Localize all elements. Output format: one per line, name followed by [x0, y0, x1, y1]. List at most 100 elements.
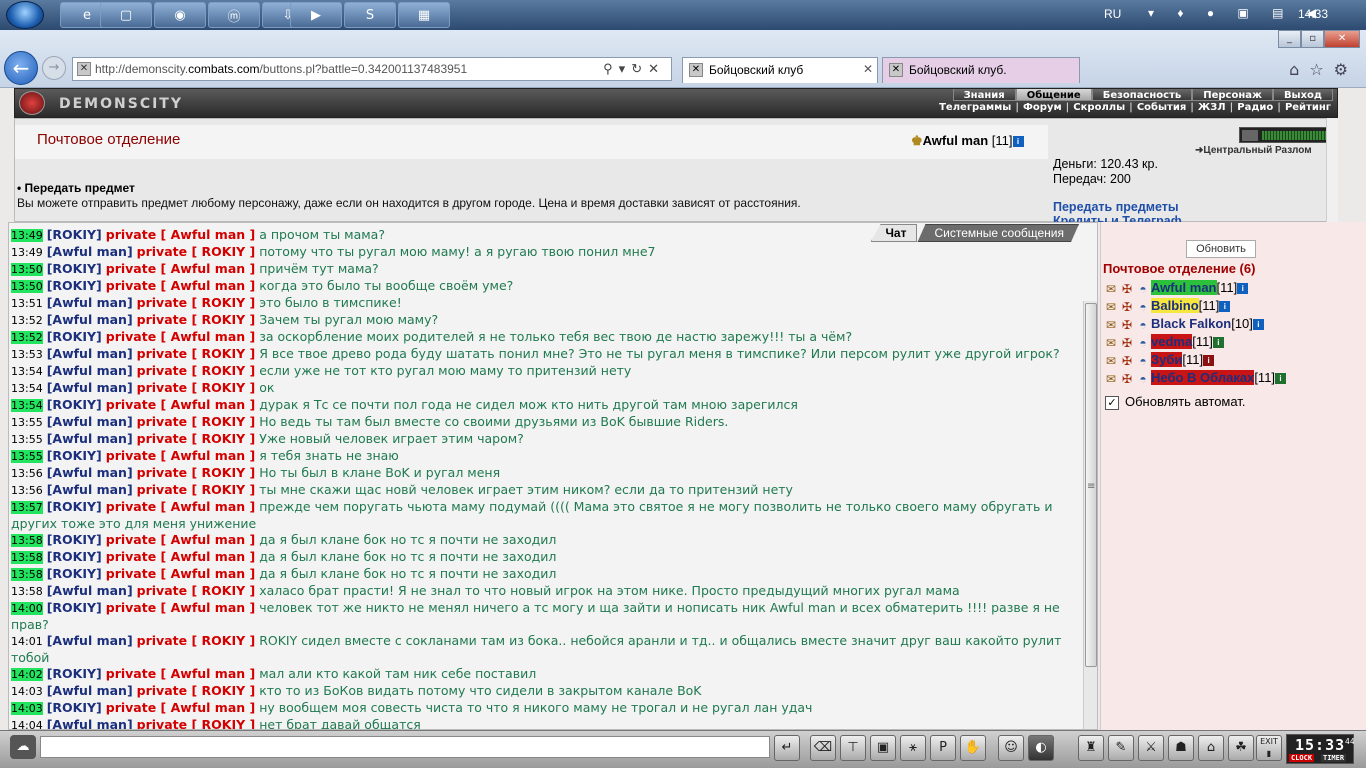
- send-to-icon[interactable]: ✉: [1103, 282, 1119, 296]
- back-button[interactable]: ←: [4, 51, 38, 85]
- message-time[interactable]: 13:54: [11, 382, 43, 395]
- message-recipient[interactable]: private [ Awful man ]: [106, 499, 255, 514]
- message-recipient[interactable]: private [ ROKIY ]: [137, 465, 256, 480]
- nav-events[interactable]: События: [1137, 102, 1186, 113]
- message-time[interactable]: 13:49: [11, 229, 43, 242]
- message-sender[interactable]: [Awful man]: [47, 482, 133, 497]
- message-sender[interactable]: [ROKIY]: [47, 566, 102, 581]
- message-time[interactable]: 13:49: [11, 246, 43, 259]
- nav-radio[interactable]: Радио: [1237, 102, 1273, 113]
- player-row[interactable]: ✉ ✠ ◓ Зуби[11] i: [1103, 352, 1363, 370]
- message-recipient[interactable]: private [ ROKIY ]: [137, 583, 256, 598]
- message-time[interactable]: 14:00: [11, 602, 43, 615]
- message-recipient[interactable]: private [ ROKIY ]: [137, 346, 256, 361]
- message-sender[interactable]: [ROKIY]: [47, 227, 102, 242]
- player-name[interactable]: Black Falkon: [1151, 316, 1231, 331]
- message-recipient[interactable]: private [ Awful man ]: [106, 549, 255, 564]
- nav-exit[interactable]: Выход: [1272, 89, 1333, 101]
- player-name[interactable]: Balbino: [1151, 298, 1199, 313]
- runner-icon[interactable]: ⚹: [900, 735, 926, 761]
- player-row[interactable]: ✉ ✠ ◓ Awful man[11] i: [1103, 280, 1363, 298]
- message-recipient[interactable]: private [ Awful man ]: [106, 700, 255, 715]
- message-time[interactable]: 13:58: [11, 551, 43, 564]
- message-sender[interactable]: [Awful man]: [47, 346, 133, 361]
- auto-update-toggle[interactable]: ✓ Обновлять автомат.: [1105, 394, 1245, 410]
- message-time[interactable]: 13:58: [11, 585, 43, 598]
- timer-label[interactable]: TIMER: [1321, 754, 1347, 762]
- player-row[interactable]: ✉ ✠ ◓ Black Falkon[10] i: [1103, 316, 1363, 334]
- player-row[interactable]: ✉ ✠ ◓ vedma[11] i: [1103, 334, 1363, 352]
- browser-toolbar-icons[interactable]: ⌂☆⚙: [1289, 60, 1358, 79]
- message-recipient[interactable]: private [ Awful man ]: [106, 397, 255, 412]
- message-recipient[interactable]: private [ Awful man ]: [106, 600, 255, 615]
- message-recipient[interactable]: private [ ROKIY ]: [137, 482, 256, 497]
- tab-chat[interactable]: Чат: [870, 224, 918, 242]
- message-sender[interactable]: [Awful man]: [47, 633, 133, 648]
- maximize-button[interactable]: ▫: [1301, 30, 1325, 48]
- message-time[interactable]: 13:57: [11, 501, 43, 514]
- credits-telegraph-link[interactable]: Кредиты и Телеграф: [1053, 214, 1182, 222]
- message-sender[interactable]: [Awful man]: [47, 380, 133, 395]
- current-user[interactable]: ♚Awful man [11] i: [911, 133, 1024, 149]
- minimize-button[interactable]: _: [1278, 30, 1302, 48]
- message-time[interactable]: 14:01: [11, 635, 43, 648]
- save-icon[interactable]: ▣: [870, 735, 896, 761]
- player-info-icon[interactable]: i: [1252, 319, 1264, 331]
- send-to-icon[interactable]: ✉: [1103, 318, 1119, 332]
- address-bar[interactable]: ✕ http://demonscity.combats.com/buttons.…: [72, 57, 672, 81]
- clan-icon-button[interactable]: ☗: [1168, 735, 1194, 761]
- message-time[interactable]: 14:03: [11, 702, 43, 715]
- transfer-items-link[interactable]: Передать предметы: [1053, 200, 1179, 214]
- message-recipient[interactable]: private [ Awful man ]: [106, 448, 255, 463]
- player-name[interactable]: Зуби: [1151, 352, 1183, 367]
- message-time[interactable]: 13:55: [11, 450, 43, 463]
- smiley-icon[interactable]: ☺: [998, 735, 1024, 761]
- message-sender[interactable]: [ROKIY]: [47, 666, 102, 681]
- message-sender[interactable]: [ROKIY]: [47, 397, 102, 412]
- browser-tab-2[interactable]: ✕ Бойцовский клуб.: [882, 57, 1080, 83]
- message-recipient[interactable]: private [ Awful man ]: [106, 227, 255, 242]
- message-sender[interactable]: [ROKIY]: [47, 532, 102, 547]
- player-name[interactable]: Awful man: [1151, 280, 1217, 295]
- nav-scrolls[interactable]: Скроллы: [1073, 102, 1125, 113]
- exit-button[interactable]: EXIT ▮: [1256, 735, 1282, 761]
- message-time[interactable]: 13:58: [11, 534, 43, 547]
- message-sender[interactable]: [Awful man]: [47, 717, 133, 729]
- location-link[interactable]: ➜Центральный Разлом: [1195, 145, 1312, 156]
- player-info-icon[interactable]: i: [1275, 373, 1287, 385]
- message-recipient[interactable]: private [ Awful man ]: [106, 532, 255, 547]
- message-recipient[interactable]: private [ ROKIY ]: [137, 414, 256, 429]
- language-indicator[interactable]: RU: [1104, 7, 1121, 21]
- message-time[interactable]: 13:55: [11, 433, 43, 446]
- send-to-icon[interactable]: ✉: [1103, 300, 1119, 314]
- taskbar-app-m[interactable]: ⓜ: [208, 2, 260, 28]
- refresh-button[interactable]: Обновить: [1186, 240, 1256, 258]
- message-recipient[interactable]: private [ Awful man ]: [106, 566, 255, 581]
- message-time[interactable]: 14:02: [11, 668, 43, 681]
- message-time[interactable]: 13:55: [11, 416, 43, 429]
- nav-telegrams[interactable]: Телеграммы: [939, 102, 1011, 113]
- message-sender[interactable]: [Awful man]: [47, 583, 133, 598]
- header-scrollbar[interactable]: [1326, 118, 1338, 222]
- message-time[interactable]: 13:58: [11, 568, 43, 581]
- channel-icon[interactable]: ◐: [1028, 735, 1054, 761]
- taskbar-app-pictures[interactable]: ▦: [398, 2, 450, 28]
- nav-character[interactable]: Персонаж: [1192, 89, 1273, 101]
- taskbar-app-media[interactable]: ▶: [290, 2, 342, 28]
- nav-knowledge[interactable]: Знания: [952, 89, 1016, 101]
- message-recipient[interactable]: private [ Awful man ]: [106, 278, 255, 293]
- close-window-button[interactable]: ✕: [1324, 30, 1360, 48]
- nav-communication[interactable]: Общение: [1015, 89, 1092, 101]
- message-time[interactable]: 14:04: [11, 719, 43, 729]
- message-recipient[interactable]: private [ ROKIY ]: [137, 244, 256, 259]
- message-recipient[interactable]: private [ Awful man ]: [106, 329, 255, 344]
- message-sender[interactable]: [Awful man]: [47, 363, 133, 378]
- nav-forum[interactable]: Форум: [1023, 102, 1062, 113]
- message-sender[interactable]: [Awful man]: [47, 312, 133, 327]
- send-icon[interactable]: ↵: [774, 735, 800, 761]
- message-sender[interactable]: [ROKIY]: [47, 278, 102, 293]
- eraser-icon[interactable]: ⌫: [810, 735, 836, 761]
- message-time[interactable]: 13:54: [11, 365, 43, 378]
- message-time[interactable]: 13:53: [11, 348, 43, 361]
- taskbar-app-chrome[interactable]: ◉: [154, 2, 206, 28]
